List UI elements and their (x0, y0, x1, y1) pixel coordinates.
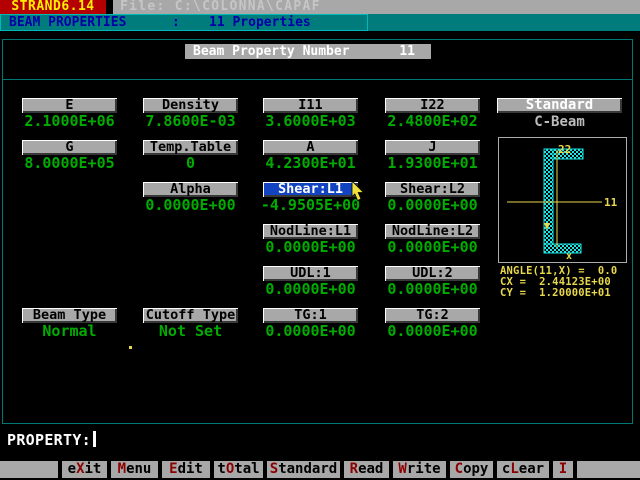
property-value-temp-table: 0 (133, 157, 248, 170)
property-cell-shear-l2: Shear:L2 0.0000E+00 (375, 182, 490, 212)
property-cell-a: A 4.2300E+01 (253, 140, 368, 170)
file-path-label: File: C:\COLONNA\CAPAF (120, 0, 321, 14)
cursor-trail-dot (129, 346, 132, 349)
menu-item-read[interactable]: Read (344, 461, 389, 478)
property-button-i11[interactable]: I11 (263, 98, 358, 113)
property-value-shear-l2: 0.0000E+00 (375, 199, 490, 212)
property-button-nodline-l2[interactable]: NodLine:L2 (385, 224, 480, 239)
property-cell-udl-2: UDL:2 0.0000E+00 (375, 266, 490, 296)
property-value-i22: 2.4800E+02 (375, 115, 490, 128)
beam-cross-section-diagram: 22 11 x (498, 137, 627, 263)
property-cell-g: G 8.0000E+05 (12, 140, 127, 170)
property-cell-e: E 2.1000E+06 (12, 98, 127, 128)
property-value-density: 7.8600E-03 (133, 115, 248, 128)
titlebar: STRAND6.14 File: C:\COLONNA\CAPAF (0, 0, 640, 14)
property-button-temp-table[interactable]: Temp.Table (143, 140, 238, 155)
property-value-g: 8.0000E+05 (12, 157, 127, 170)
property-button-alpha[interactable]: Alpha (143, 182, 238, 197)
property-cell-i11: I11 3.6000E+03 (253, 98, 368, 128)
property-button-udl-1[interactable]: UDL:1 (263, 266, 358, 281)
property-button-j[interactable]: J (385, 140, 480, 155)
property-button-tg-2[interactable]: TG:2 (385, 308, 480, 323)
property-value-i11: 3.6000E+03 (253, 115, 368, 128)
property-button-g[interactable]: G (22, 140, 117, 155)
property-button-udl-2[interactable]: UDL:2 (385, 266, 480, 281)
property-button-e[interactable]: E (22, 98, 117, 113)
menu-item-total[interactable]: tOtal (214, 461, 263, 478)
property-button-nodline-l1[interactable]: NodLine:L1 (263, 224, 358, 239)
property-cell-i22: I22 2.4800E+02 (375, 98, 490, 128)
header-separator: : (172, 16, 180, 29)
property-button-beam-type[interactable]: Beam Type (22, 308, 117, 323)
property-number-value: 11 (399, 44, 415, 59)
property-cell-nodline-l2: NodLine:L2 0.0000E+00 (375, 224, 490, 254)
menu-item-exit[interactable]: eXit (62, 461, 107, 478)
property-value-udl-2: 0.0000E+00 (375, 283, 490, 296)
prompt-label: PROPERTY: (7, 431, 91, 449)
property-button-i22[interactable]: I22 (385, 98, 480, 113)
menu-item-standard[interactable]: Standard (267, 461, 340, 478)
header-box: BEAM PROPERTIES : 11 Properties (0, 14, 368, 31)
menu-item-edit[interactable]: Edit (162, 461, 210, 478)
mouse-cursor-icon (351, 181, 366, 202)
main-panel: Beam Property Number 11 E 2.1000E+06 Densi… (2, 39, 633, 424)
property-value-beam-type: Normal (12, 325, 127, 338)
header-title: BEAM PROPERTIES (9, 16, 126, 29)
menu-item-copy[interactable]: Copy (450, 461, 493, 478)
property-value-tg-1: 0.0000E+00 (253, 325, 368, 338)
menu-blank-segment-right (577, 461, 640, 478)
header-property-count: 11 Properties (209, 16, 311, 29)
property-value-alpha: 0.0000E+00 (133, 199, 248, 212)
property-value-nodline-l2: 0.0000E+00 (375, 241, 490, 254)
property-cell-tg-2: TG:2 0.0000E+00 (375, 308, 490, 338)
title-separator (3, 79, 632, 80)
property-value-tg-2: 0.0000E+00 (375, 325, 490, 338)
property-value-j: 1.9300E+01 (375, 157, 490, 170)
property-cell-nodline-l1: NodLine:L1 0.0000E+00 (253, 224, 368, 254)
cy-info: CY = 1.20000E+01 (500, 288, 611, 299)
axis-22-label: 22 (558, 143, 571, 156)
menu-item-write[interactable]: Write (393, 461, 446, 478)
property-cell-tg-1: TG:1 0.0000E+00 (253, 308, 368, 338)
property-cell-alpha: Alpha 0.0000E+00 (133, 182, 248, 212)
application-window: STRAND6.14 File: C:\COLONNA\CAPAF BEAM P… (0, 0, 640, 480)
property-value-cutoff-type: Not Set (133, 325, 248, 338)
standard-section-button[interactable]: Standard (497, 98, 622, 113)
property-cell-udl-1: UDL:1 0.0000E+00 (253, 266, 368, 296)
menu-item-menu[interactable]: Menu (111, 461, 158, 478)
menu-blank-segment (0, 461, 58, 478)
c-beam-shape (544, 149, 583, 253)
header-bar: BEAM PROPERTIES : 11 Properties (0, 14, 640, 31)
property-cell-temp-table: Temp.Table 0 (133, 140, 248, 170)
property-value-nodline-l1: 0.0000E+00 (253, 241, 368, 254)
property-button-cutoff-type[interactable]: Cutoff Type (143, 308, 238, 323)
app-title: STRAND6.14 (0, 0, 113, 14)
property-cell-beam-type: Beam Type Normal (12, 308, 127, 338)
property-cell-cutoff-type: Cutoff Type Not Set (133, 308, 248, 338)
property-number-bar: Beam Property Number 11 (185, 44, 431, 59)
menu-item-i[interactable]: I (553, 461, 573, 478)
property-button-a[interactable]: A (263, 140, 358, 155)
property-button-shear-l1[interactable]: Shear:L1 (263, 182, 358, 197)
property-value-udl-1: 0.0000E+00 (253, 283, 368, 296)
property-value-e: 2.1000E+06 (12, 115, 127, 128)
bottom-menu-bar: eXitMenuEdittOtalStandardReadWriteCopycL… (0, 461, 640, 478)
axis-11-label: 11 (604, 196, 618, 209)
property-button-shear-l2[interactable]: Shear:L2 (385, 182, 480, 197)
command-prompt-line[interactable]: PROPERTY: (7, 431, 96, 449)
property-value-a: 4.2300E+01 (253, 157, 368, 170)
text-cursor (93, 431, 96, 447)
shape-name-label: C-Beam (497, 114, 622, 130)
property-cell-density: Density 7.8600E-03 (133, 98, 248, 128)
local-x-axis-label: x (566, 251, 572, 262)
property-cell-j: J 1.9300E+01 (375, 140, 490, 170)
property-button-tg-1[interactable]: TG:1 (263, 308, 358, 323)
menu-item-clear[interactable]: cLear (497, 461, 549, 478)
property-button-density[interactable]: Density (143, 98, 238, 113)
property-number-label: Beam Property Number (193, 44, 350, 59)
